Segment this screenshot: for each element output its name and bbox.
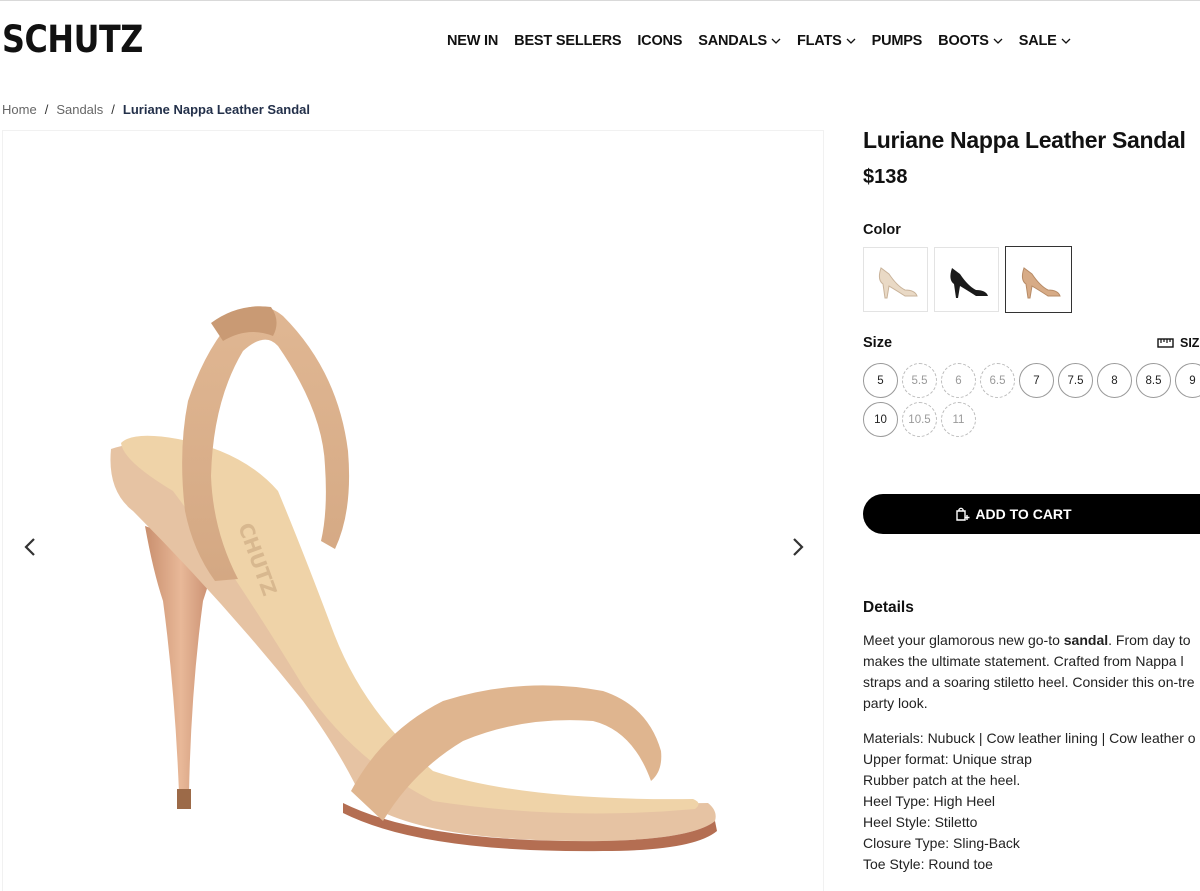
product-price: $138: [863, 166, 908, 188]
nav-item-label: PUMPS: [871, 33, 923, 49]
nav-item-label: SANDALS: [698, 33, 767, 49]
size-option-7-5[interactable]: 7.5: [1058, 363, 1093, 398]
color-swatch-light[interactable]: [863, 247, 928, 312]
color-label: Color: [863, 222, 901, 238]
nav-item-pumps[interactable]: PUMPS: [872, 33, 923, 49]
breadcrumb-home[interactable]: Home: [2, 102, 37, 117]
color-swatches: [863, 246, 1078, 313]
size-guide-link[interactable]: SIZE GUIDE: [1157, 336, 1200, 350]
nav-item-icons[interactable]: ICONS: [637, 33, 682, 49]
spec-closure-type: Closure Type: Sling-Back: [863, 835, 1020, 851]
description-text: straps and a soaring stiletto heel. Cons…: [863, 674, 1195, 690]
chevron-down-icon: [771, 38, 781, 44]
size-option-6-5[interactable]: 6.5: [980, 363, 1015, 398]
nav-item-label: SALE: [1018, 33, 1057, 49]
breadcrumb: Home / Sandals / Luriane Nappa Leather S…: [2, 102, 310, 117]
nav-item-label: BEST SELLERS: [514, 33, 622, 49]
gallery-prev-arrow[interactable]: [15, 527, 45, 567]
size-option-5-5[interactable]: 5.5: [902, 363, 937, 398]
nav-item-label: BOOTS: [938, 33, 989, 49]
sandal-thumbnail-icon: [1021, 266, 1061, 298]
main-nav: NEW IN BEST SELLERS ICONS SANDALS FLATS …: [447, 31, 1087, 51]
spec-heel-style: Heel Style: Stiletto: [863, 814, 978, 830]
sandal-thumbnail-icon: [949, 267, 988, 298]
nav-item-best-sellers[interactable]: BEST SELLERS: [514, 33, 621, 49]
nav-item-boots[interactable]: BOOTS: [938, 33, 1003, 49]
nav-item-new-in[interactable]: NEW IN: [447, 33, 498, 49]
chevron-right-icon: [793, 538, 804, 556]
add-to-cart-label: ADD TO CART: [975, 506, 1072, 522]
product-specs: Materials: Nubuck | Cow leather lining |…: [863, 728, 1200, 875]
size-options: 5 5.5 6 6.5 7 7.5 8 8.5 9 10 10.5 11: [863, 363, 1200, 441]
nav-item-sale[interactable]: SALE: [1019, 33, 1071, 49]
product-image-gallery: CHUTZ: [2, 130, 824, 891]
product-image: CHUTZ: [110, 306, 717, 852]
top-divider: [0, 0, 1200, 1]
spec-rubber-patch: Rubber patch at the heel.: [863, 772, 1021, 788]
description-text: party look.: [863, 695, 928, 711]
size-option-10[interactable]: 10: [863, 402, 898, 437]
sandal-thumbnail-icon: [878, 266, 918, 298]
spec-heel-type: Heel Type: High Heel: [863, 793, 996, 809]
nav-item-label: FLATS: [796, 33, 842, 49]
nav-item-sandals[interactable]: SANDALS: [698, 33, 781, 49]
spec-upper-format: Upper format: Unique strap: [863, 751, 1032, 767]
spec-materials: Materials: Nubuck | Cow leather lining |…: [863, 730, 1196, 746]
breadcrumb-current: Luriane Nappa Leather Sandal: [122, 102, 311, 117]
color-swatch-black[interactable]: [934, 247, 999, 312]
breadcrumb-sandals[interactable]: Sandals: [56, 102, 103, 117]
size-option-8[interactable]: 8: [1097, 363, 1132, 398]
size-option-6[interactable]: 6: [941, 363, 976, 398]
nav-item-label: NEW IN: [447, 33, 499, 49]
chevron-down-icon: [1061, 38, 1071, 44]
spec-toe-style: Toe Style: Round toe: [863, 856, 993, 872]
chevron-left-icon: [24, 538, 35, 556]
product-description: Meet your glamorous new go-to sandal. Fr…: [863, 630, 1200, 714]
size-label: Size: [863, 335, 893, 351]
size-option-9[interactable]: 9: [1175, 363, 1200, 398]
chevron-down-icon: [993, 38, 1003, 44]
size-option-8-5[interactable]: 8.5: [1136, 363, 1171, 398]
size-option-7[interactable]: 7: [1019, 363, 1054, 398]
brand-logo[interactable]: SCHUTZ: [2, 20, 143, 60]
details-heading: Details: [863, 599, 914, 616]
breadcrumb-separator: /: [44, 102, 49, 117]
description-text: makes the ultimate statement. Crafted fr…: [863, 653, 1184, 669]
add-to-cart-button[interactable]: ADD TO CART: [863, 494, 1200, 534]
ruler-icon: [1157, 338, 1174, 348]
chevron-down-icon: [846, 38, 856, 44]
shopping-bag-icon: [956, 507, 970, 521]
product-title: Luriane Nappa Leather Sandal: [863, 127, 1186, 153]
description-keyword: sandal: [1063, 632, 1109, 648]
description-text: . From day to: [1108, 632, 1191, 648]
gallery-next-arrow[interactable]: [783, 527, 813, 567]
size-option-11[interactable]: 11: [941, 402, 976, 437]
nav-item-flats[interactable]: FLATS: [797, 33, 856, 49]
size-option-5[interactable]: 5: [863, 363, 898, 398]
size-option-10-5[interactable]: 10.5: [902, 402, 937, 437]
color-swatch-honey-beige[interactable]: [1005, 246, 1072, 313]
size-guide-label: SIZE GUIDE: [1180, 336, 1200, 350]
description-text: Meet your glamorous new go-to: [863, 632, 1064, 648]
breadcrumb-separator: /: [111, 102, 115, 117]
nav-item-label: ICONS: [637, 33, 683, 49]
